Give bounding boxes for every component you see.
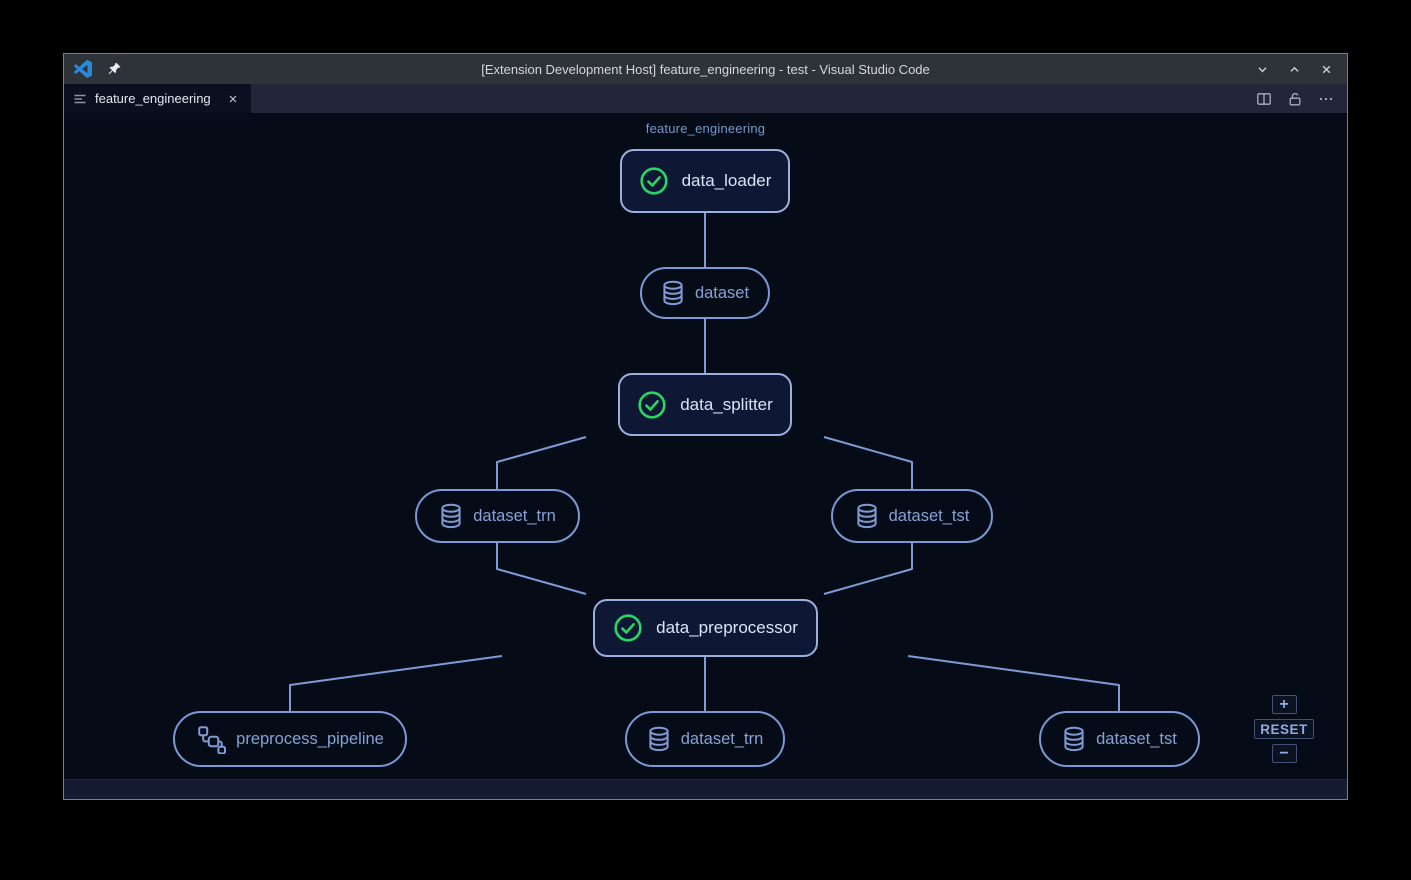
node-dataset-trn[interactable]: dataset_trn xyxy=(415,489,580,543)
node-dataset-trn-output[interactable]: dataset_trn xyxy=(625,711,785,767)
chevron-down-icon xyxy=(1256,63,1269,76)
node-label: dataset_trn xyxy=(473,507,556,526)
split-editor-button[interactable] xyxy=(1256,91,1272,107)
node-data-loader[interactable]: data_loader xyxy=(620,149,790,213)
ellipsis-icon xyxy=(1318,91,1334,107)
unlock-icon xyxy=(1287,91,1303,107)
edge-dataset_trn-data_preprocessor xyxy=(497,543,586,594)
chevron-up-icon xyxy=(1288,63,1301,76)
node-data-preprocessor[interactable]: data_preprocessor xyxy=(593,599,818,657)
close-icon xyxy=(1320,63,1333,76)
tab-feature-engineering[interactable]: feature_engineering xyxy=(64,84,251,113)
tab-bar: feature_engineering xyxy=(64,84,1347,113)
pin-icon[interactable] xyxy=(106,61,122,77)
node-label: dataset_trn xyxy=(681,730,764,749)
database-icon xyxy=(647,726,671,752)
status-bar xyxy=(64,779,1347,799)
zoom-out-button[interactable]: − xyxy=(1272,744,1297,763)
outline-icon xyxy=(73,92,87,106)
pipeline-icon xyxy=(196,724,226,754)
node-label: data_loader xyxy=(682,171,772,191)
node-data-splitter[interactable]: data_splitter xyxy=(618,373,792,436)
zoom-in-button[interactable]: + xyxy=(1272,695,1297,714)
unlock-button[interactable] xyxy=(1287,91,1303,107)
split-editor-icon xyxy=(1256,91,1272,107)
node-label: data_splitter xyxy=(680,395,773,415)
tab-label: feature_engineering xyxy=(95,91,216,106)
node-dataset[interactable]: dataset xyxy=(640,267,770,319)
database-icon xyxy=(439,503,463,529)
editor-actions xyxy=(1256,84,1347,113)
window-minimize-button[interactable] xyxy=(1251,58,1273,80)
close-icon xyxy=(227,93,239,105)
edge-data_splitter-dataset_tst xyxy=(824,437,912,489)
node-preprocess-pipeline[interactable]: preprocess_pipeline xyxy=(173,711,407,767)
node-label: dataset_tst xyxy=(889,507,970,526)
titlebar-left xyxy=(74,60,481,78)
desktop-background: [Extension Development Host] feature_eng… xyxy=(0,0,1411,880)
edge-data_preprocessor-preprocess_pipeline xyxy=(290,656,502,711)
window-close-button[interactable] xyxy=(1315,58,1337,80)
vscode-logo-icon xyxy=(74,60,92,78)
node-label: preprocess_pipeline xyxy=(236,730,384,749)
edge-data_splitter-dataset_trn xyxy=(497,437,586,489)
zoom-reset-button[interactable]: RESET xyxy=(1254,719,1314,739)
pipeline-canvas[interactable]: feature_engineering xyxy=(64,113,1347,779)
success-check-icon xyxy=(613,613,643,643)
titlebar-right xyxy=(930,58,1337,80)
node-dataset-tst-output[interactable]: dataset_tst xyxy=(1039,711,1200,767)
node-label: dataset xyxy=(695,284,749,303)
vscode-window: [Extension Development Host] feature_eng… xyxy=(63,53,1348,800)
titlebar: [Extension Development Host] feature_eng… xyxy=(64,54,1347,84)
window-maximize-button[interactable] xyxy=(1283,58,1305,80)
edge-dataset_tst-data_preprocessor xyxy=(824,543,912,594)
zoom-controls: + RESET − xyxy=(1252,695,1316,763)
edge-data_preprocessor-dataset_tst_out xyxy=(908,656,1119,711)
node-dataset-tst[interactable]: dataset_tst xyxy=(831,489,993,543)
success-check-icon xyxy=(639,166,669,196)
success-check-icon xyxy=(637,390,667,420)
node-label: data_preprocessor xyxy=(656,618,798,638)
tab-close-button[interactable] xyxy=(224,90,242,108)
more-actions-button[interactable] xyxy=(1318,91,1334,107)
window-title: [Extension Development Host] feature_eng… xyxy=(481,62,930,77)
database-icon xyxy=(661,280,685,306)
node-label: dataset_tst xyxy=(1096,730,1177,749)
database-icon xyxy=(1062,726,1086,752)
database-icon xyxy=(855,503,879,529)
